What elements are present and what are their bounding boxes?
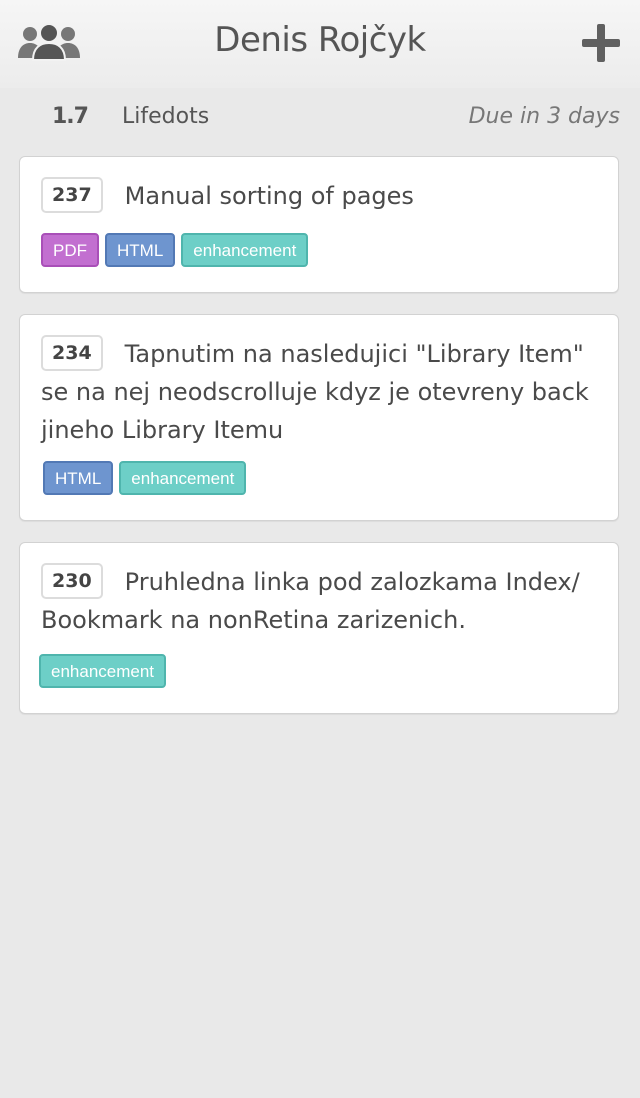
issue-card[interactable]: 237 Manual sorting of pages PDF HTML enha… — [19, 156, 619, 293]
label-enhancement[interactable]: enhancement — [39, 654, 167, 688]
issue-title: Tapnutim na nasledujici "Library Item" s… — [41, 340, 589, 444]
issue-labels: PDF HTML enhancement — [41, 233, 309, 267]
issue-text: 230 Pruhledna linka pod zalozkama Index/ … — [41, 563, 602, 639]
issue-labels: enhancement — [39, 654, 167, 688]
milestone-due: Due in 3 days — [468, 104, 620, 129]
issue-card[interactable]: 230 Pruhledna linka pod zalozkama Index/ … — [19, 542, 619, 714]
page-title: Denis Rojčyk — [214, 20, 426, 60]
header-bar: Denis Rojčyk — [0, 0, 640, 88]
add-icon[interactable] — [580, 22, 622, 64]
issue-text: 234 Tapnutim na nasledujici "Library Item… — [41, 335, 602, 449]
label-html[interactable]: HTML — [105, 233, 176, 267]
label-enhancement[interactable]: enhancement — [181, 233, 309, 267]
issue-number: 234 — [41, 335, 103, 371]
issue-labels: HTML enhancement — [43, 461, 247, 495]
label-html[interactable]: HTML — [43, 461, 114, 495]
milestone-name: Lifedots — [122, 104, 210, 129]
label-enhancement[interactable]: enhancement — [119, 461, 247, 495]
issue-number: 230 — [41, 563, 103, 599]
issue-title: Pruhledna linka pod zalozkama Index/ Boo… — [41, 568, 580, 634]
milestone-version: 1.7 — [52, 104, 89, 129]
issue-text: 237 Manual sorting of pages — [41, 177, 602, 215]
issue-title: Manual sorting of pages — [124, 182, 414, 210]
label-pdf[interactable]: PDF — [41, 233, 99, 267]
issue-number: 237 — [41, 177, 103, 213]
milestone-header: 1.7 Lifedots Due in 3 days — [0, 98, 640, 138]
issue-card[interactable]: 234 Tapnutim na nasledujici "Library Item… — [19, 314, 619, 521]
